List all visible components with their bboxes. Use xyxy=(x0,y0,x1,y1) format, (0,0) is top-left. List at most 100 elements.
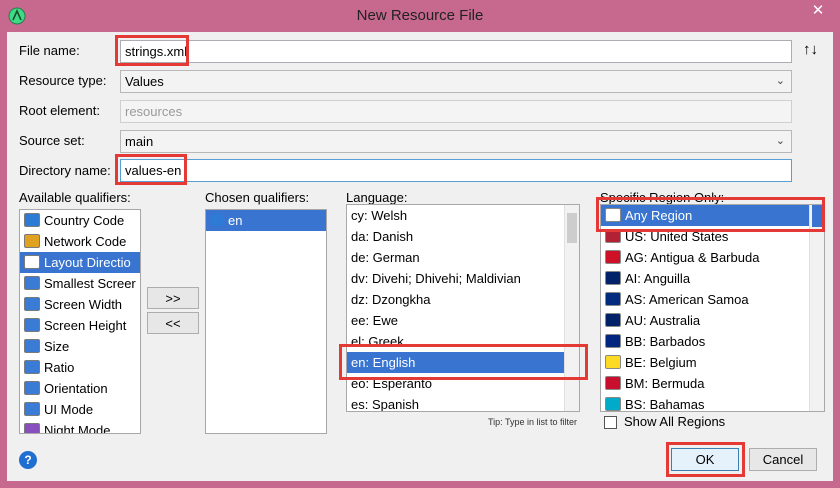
region-label: Specific Region Only: xyxy=(600,190,725,205)
size-icon xyxy=(24,339,40,353)
language-item[interactable]: en: English xyxy=(347,352,564,373)
language-item[interactable]: es: Spanish xyxy=(347,394,564,411)
qualifier-item[interactable]: Night Mode xyxy=(20,420,140,434)
show-all-regions-label: Show All Regions xyxy=(624,414,726,429)
as-flag-icon xyxy=(605,292,621,306)
remove-qualifier-button[interactable]: << xyxy=(147,312,199,334)
qualifier-label: Orientation xyxy=(44,381,108,396)
ui-mode-icon xyxy=(24,402,40,416)
region-item[interactable]: BE: Belgium xyxy=(601,352,809,373)
qualifier-item[interactable]: Size xyxy=(20,336,140,357)
cancel-button[interactable]: Cancel xyxy=(749,448,817,471)
available-qualifiers-list[interactable]: Country Code Network Code Layout Directio S… xyxy=(19,209,141,434)
region-scrollbar[interactable] xyxy=(809,205,824,411)
region-item[interactable]: AS: American Samoa xyxy=(601,289,809,310)
source-set-select[interactable]: main ⌄ xyxy=(120,130,792,153)
qualifier-label: Layout Directio xyxy=(44,255,131,270)
region-item[interactable]: AU: Australia xyxy=(601,310,809,331)
source-set-value: main xyxy=(125,134,154,149)
language-item[interactable]: eo: Esperanto xyxy=(347,373,564,394)
network-icon xyxy=(24,234,40,248)
bm-flag-icon xyxy=(605,376,621,390)
language-item[interactable]: ee: Ewe xyxy=(347,310,564,331)
language-item[interactable]: cy: Welsh xyxy=(347,205,564,226)
chosen-qualifiers-list[interactable]: en xyxy=(205,209,327,434)
region-label: US: United States xyxy=(625,229,729,244)
region-item[interactable]: BM: Bermuda xyxy=(601,373,809,394)
us-flag-icon xyxy=(605,229,621,243)
region-item[interactable]: AI: Anguilla xyxy=(601,268,809,289)
qualifier-label: Screen Height xyxy=(44,318,127,333)
language-scrollbar[interactable] xyxy=(564,205,579,411)
region-label: AU: Australia xyxy=(625,313,701,328)
filter-hint: Tip: Type in list to filter xyxy=(488,417,578,427)
ok-button[interactable]: OK xyxy=(671,448,739,471)
add-qualifier-button[interactable]: >> xyxy=(147,287,199,309)
region-label: Any Region xyxy=(625,208,693,223)
region-list[interactable]: Any Region US: United States AG: Antigua &… xyxy=(600,204,825,412)
help-icon[interactable]: ? xyxy=(19,451,37,469)
root-element-label: Root element: xyxy=(19,103,100,118)
directory-name-label: Directory name: xyxy=(19,163,111,178)
region-label: BS: Bahamas xyxy=(625,397,705,412)
sort-icon[interactable]: ↑↓ xyxy=(803,41,818,58)
qualifier-item[interactable]: Screen Width xyxy=(20,294,140,315)
qualifier-item[interactable]: Screen Height xyxy=(20,315,140,336)
qualifier-item[interactable]: Country Code xyxy=(20,210,140,231)
bb-flag-icon xyxy=(605,334,621,348)
language-scroll-thumb[interactable] xyxy=(567,213,577,243)
screen-height-icon xyxy=(24,318,40,332)
language-label: Language: xyxy=(346,190,408,205)
qualifier-item[interactable]: Smallest Screer xyxy=(20,273,140,294)
region-item[interactable]: Any Region xyxy=(601,205,809,226)
blank-flag-icon xyxy=(605,208,621,222)
screen-width-icon xyxy=(24,297,40,311)
chosen-qualifier-item[interactable]: en xyxy=(206,210,326,231)
close-button[interactable]: ✕ xyxy=(803,1,833,21)
region-item[interactable]: BS: Bahamas xyxy=(601,394,809,412)
region-label: BE: Belgium xyxy=(625,355,697,370)
language-item[interactable]: de: German xyxy=(347,247,564,268)
au-flag-icon xyxy=(605,313,621,327)
region-label: AS: American Samoa xyxy=(625,292,749,307)
file-name-input[interactable]: strings.xml xyxy=(120,40,792,63)
qualifier-item[interactable]: Layout Directio xyxy=(20,252,140,273)
language-list[interactable]: cy: Welsh da: Danish de: German dv: Divehi;… xyxy=(346,204,580,412)
region-item[interactable]: AG: Antigua & Barbuda xyxy=(601,247,809,268)
chevron-down-icon: ⌄ xyxy=(775,135,785,147)
language-item[interactable]: el: Greek xyxy=(347,331,564,352)
chevron-down-icon: ⌄ xyxy=(775,75,785,87)
orientation-icon xyxy=(24,381,40,395)
dialog-window: New Resource File ✕ File name: strings.x… xyxy=(0,0,840,488)
qualifier-item[interactable]: Ratio xyxy=(20,357,140,378)
resource-type-select[interactable]: Values ⌄ xyxy=(120,70,792,93)
region-scroll-thumb[interactable] xyxy=(812,205,822,227)
ag-flag-icon xyxy=(605,250,621,264)
title-bar: New Resource File ✕ xyxy=(0,0,840,32)
qualifier-item[interactable]: UI Mode xyxy=(20,399,140,420)
resource-type-value: Values xyxy=(125,74,164,89)
region-label: BB: Barbados xyxy=(625,334,706,349)
available-qualifiers-label: Available qualifiers: xyxy=(19,190,131,205)
qualifier-item[interactable]: Orientation xyxy=(20,378,140,399)
smallest-screen-icon xyxy=(24,276,40,290)
close-icon: ✕ xyxy=(811,2,825,19)
language-item[interactable]: da: Danish xyxy=(347,226,564,247)
window-title: New Resource File xyxy=(356,7,484,24)
qualifier-label: Night Mode xyxy=(44,423,111,434)
qualifier-label: Size xyxy=(44,339,70,354)
qualifier-label: Screen Width xyxy=(44,297,123,312)
show-all-regions-checkbox[interactable] xyxy=(604,416,617,429)
ai-flag-icon xyxy=(605,271,621,285)
region-item[interactable]: US: United States xyxy=(601,226,809,247)
language-item[interactable]: dz: Dzongkha xyxy=(347,289,564,310)
layout-direction-icon xyxy=(24,255,40,269)
qualifier-label: UI Mode xyxy=(44,402,94,417)
qualifier-item[interactable]: Network Code xyxy=(20,231,140,252)
directory-name-input[interactable]: values-en xyxy=(120,159,792,182)
language-item[interactable]: dv: Divehi; Dhivehi; Maldivian xyxy=(347,268,564,289)
region-item[interactable]: BB: Barbados xyxy=(601,331,809,352)
ratio-icon xyxy=(24,360,40,374)
globe-icon xyxy=(24,213,40,227)
bs-flag-icon xyxy=(605,397,621,411)
